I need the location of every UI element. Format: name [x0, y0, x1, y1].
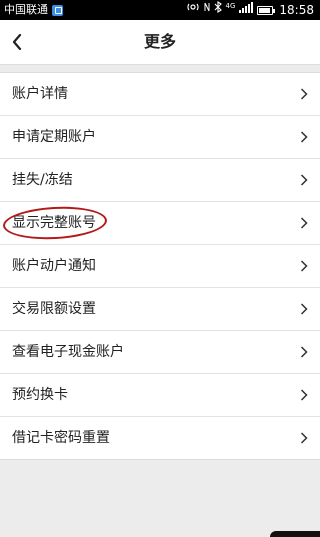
- menu-item-apply-fixed-account[interactable]: 申请定期账户: [0, 116, 320, 159]
- screen: 中国联通 4G 18:58 更多 账户详情 申请定期账户 挂失/冻结 显示完整账…: [0, 0, 320, 537]
- clock: 18:58: [279, 3, 314, 17]
- chevron-right-icon: [300, 174, 308, 186]
- menu-item-label: 借记卡密码重置: [12, 430, 110, 446]
- battery-fill: [259, 7, 270, 13]
- chevron-right-icon: [300, 389, 308, 401]
- menu-item-transaction-limit-settings[interactable]: 交易限额设置: [0, 288, 320, 331]
- status-bar: 中国联通 4G 18:58: [0, 0, 320, 20]
- chevron-right-icon: [300, 303, 308, 315]
- hotspot-icon: [186, 0, 200, 20]
- menu-item-label: 申请定期账户: [12, 129, 96, 145]
- menu-item-account-activity-notice[interactable]: 账户动户通知: [0, 245, 320, 288]
- notification-app-icon: [52, 4, 63, 16]
- menu-item-view-ecash-account[interactable]: 查看电子现金账户: [0, 331, 320, 374]
- menu-item-report-loss-freeze[interactable]: 挂失/冻结: [0, 159, 320, 202]
- menu-list: 账户详情 申请定期账户 挂失/冻结 显示完整账号 账户动户通知 交易限额设置 查…: [0, 72, 320, 460]
- chevron-right-icon: [300, 260, 308, 272]
- menu-item-label: 账户详情: [12, 86, 68, 102]
- menu-item-label: 挂失/冻结: [12, 172, 73, 188]
- carrier-label: 中国联通: [4, 3, 48, 16]
- menu-item-account-details[interactable]: 账户详情: [0, 73, 320, 116]
- chevron-right-icon: [300, 131, 308, 143]
- menu-item-label: 查看电子现金账户: [12, 344, 124, 360]
- chevron-right-icon: [300, 432, 308, 444]
- battery-icon: [257, 5, 276, 15]
- signal-icon: [239, 0, 254, 20]
- menu-item-debit-card-password-reset[interactable]: 借记卡密码重置: [0, 417, 320, 459]
- chevron-right-icon: [300, 346, 308, 358]
- nfc-icon: [204, 0, 210, 20]
- menu-item-label: 显示完整账号: [12, 215, 96, 231]
- status-left: 中国联通: [4, 0, 63, 20]
- menu-item-label: 账户动户通知: [12, 258, 96, 274]
- screen-corner-decoration: [270, 531, 320, 537]
- menu-item-book-card-replacement[interactable]: 预约换卡: [0, 374, 320, 417]
- header-bar: 更多: [0, 20, 320, 65]
- menu-item-label: 交易限额设置: [12, 301, 96, 317]
- chevron-right-icon: [300, 217, 308, 229]
- page-title: 更多: [143, 32, 176, 51]
- status-right: 4G 18:58: [186, 0, 314, 20]
- menu-item-label: 预约换卡: [12, 387, 68, 403]
- bluetooth-icon: [214, 0, 222, 20]
- network-type-badge: 4G: [225, 2, 236, 10]
- menu-item-show-full-account-number[interactable]: 显示完整账号: [0, 202, 320, 245]
- chevron-right-icon: [300, 88, 308, 100]
